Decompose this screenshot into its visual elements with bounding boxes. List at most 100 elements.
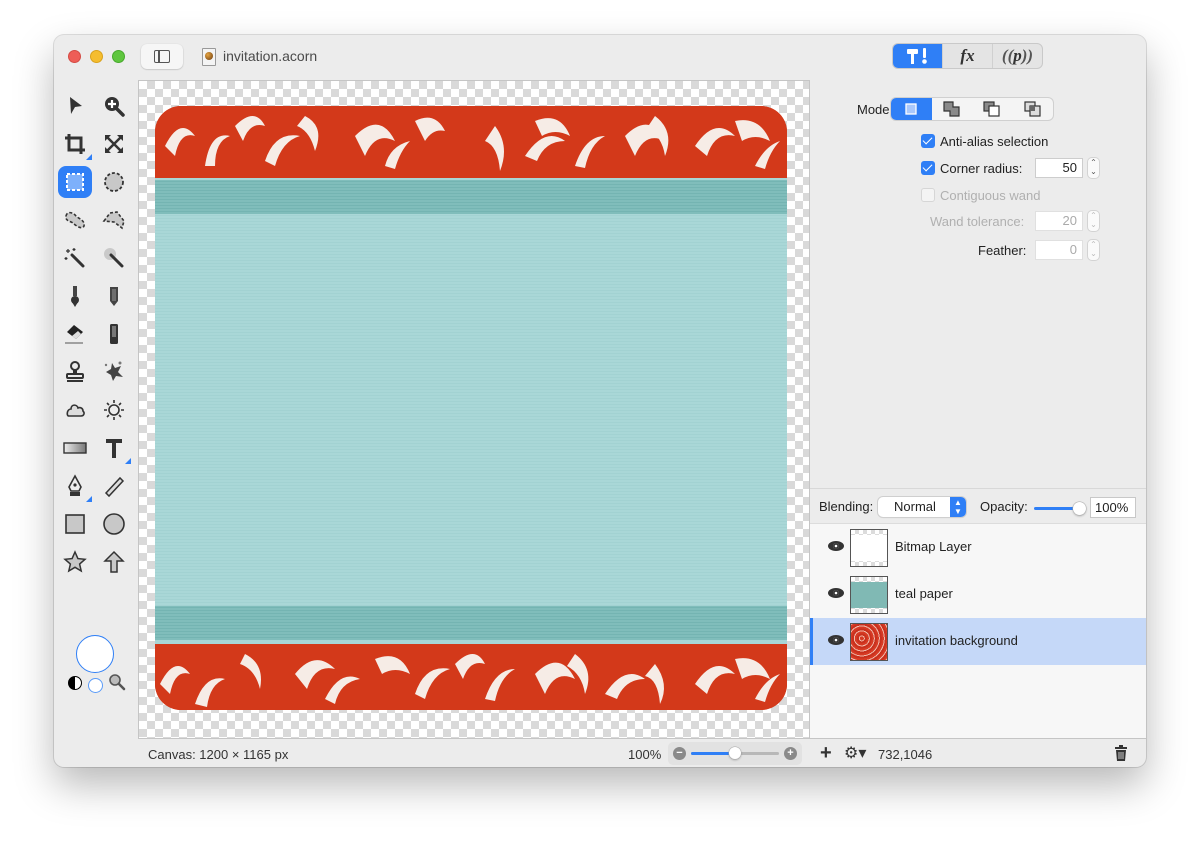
canvas-area[interactable] <box>138 80 810 738</box>
wand-tolerance-input[interactable]: 20 <box>1035 211 1083 231</box>
layer-actions-gear-button[interactable]: ⚙▾ <box>844 743 866 763</box>
tool-dodge[interactable] <box>97 394 131 426</box>
tool-line[interactable] <box>97 470 131 502</box>
visibility-eye-icon[interactable] <box>828 588 844 598</box>
tool-palette <box>54 80 138 738</box>
tool-text[interactable] <box>97 432 131 464</box>
tool-rectangle[interactable] <box>58 508 92 540</box>
contiguous-wand-label: Contiguous wand <box>940 188 1041 203</box>
zoom-slider[interactable] <box>691 747 779 759</box>
mode-add-selection[interactable] <box>932 98 973 120</box>
tab-tools[interactable] <box>893 44 942 68</box>
blending-mode-popup[interactable]: Normal ▲ ▼ <box>878 497 966 517</box>
teal-band-top <box>155 180 787 214</box>
rect-select-icon <box>66 173 84 191</box>
tool-gradient[interactable] <box>58 432 92 464</box>
visibility-eye-icon[interactable] <box>828 635 844 645</box>
zoom-slider-knob[interactable] <box>729 747 741 759</box>
sun-icon <box>104 400 124 420</box>
gradient-icon <box>63 442 87 454</box>
inspector-panel: Mode: Anti-alias selection Corner radius… <box>810 80 1146 738</box>
layer-name: Bitmap Layer <box>895 539 972 554</box>
sidebar-toggle-button[interactable] <box>141 44 183 69</box>
wand-tolerance-label: Wand tolerance: <box>930 214 1025 229</box>
layer-row[interactable]: teal paper <box>810 571 1146 618</box>
visibility-eye-icon[interactable] <box>828 541 844 551</box>
tool-transform[interactable] <box>97 128 131 160</box>
sidebar-icon <box>154 50 170 63</box>
floral-band-top <box>155 106 787 178</box>
tool-burn[interactable] <box>58 394 92 426</box>
opacity-slider-knob[interactable] <box>1073 502 1086 515</box>
fill-color-well[interactable] <box>76 635 114 673</box>
tool-crop[interactable] <box>58 128 92 160</box>
tool-zoom[interactable] <box>97 90 131 122</box>
zoom-out-button[interactable]: − <box>673 747 686 760</box>
tool-oval[interactable] <box>97 508 131 540</box>
close-window-button[interactable] <box>68 50 81 63</box>
add-layer-button[interactable]: + <box>820 742 832 765</box>
selection-mode-control <box>891 98 1053 120</box>
add-selection-icon <box>943 101 960 117</box>
popup-chevrons-icon: ▲ ▼ <box>950 497 966 517</box>
tool-pen[interactable] <box>58 470 92 502</box>
layer-row[interactable]: Bitmap Layer <box>810 524 1146 571</box>
tool-eraser[interactable] <box>58 318 92 350</box>
zoom-window-button[interactable] <box>112 50 125 63</box>
tool-pencil[interactable] <box>97 280 131 312</box>
corner-radius-input[interactable]: 50 <box>1035 158 1083 178</box>
contiguous-wand-checkbox[interactable] <box>921 188 935 202</box>
submenu-indicator <box>86 496 92 502</box>
swap-colors-icon[interactable] <box>68 676 82 690</box>
minimize-window-button[interactable] <box>90 50 103 63</box>
teal-paper-body <box>155 214 787 614</box>
lasso-icon <box>65 211 85 229</box>
tool-smudge[interactable] <box>97 318 131 350</box>
tool-arrow-shape[interactable] <box>97 546 131 578</box>
tool-clone-stamp[interactable] <box>58 356 92 388</box>
mode-intersect-selection[interactable] <box>1013 98 1054 120</box>
opacity-input[interactable]: 100% <box>1090 497 1136 518</box>
opacity-slider[interactable] <box>1034 502 1086 515</box>
opacity-label: Opacity: <box>980 499 1028 514</box>
star-icon <box>63 550 87 573</box>
tool-magic-wand[interactable] <box>58 242 92 274</box>
tool-star[interactable] <box>58 546 92 578</box>
mode-subtract-selection[interactable] <box>972 98 1013 120</box>
circle-icon <box>103 513 125 535</box>
stroke-color-well[interactable] <box>88 678 103 693</box>
text-icon <box>106 439 122 458</box>
splatter-icon <box>104 361 123 381</box>
tool-select-arrow[interactable] <box>58 90 92 122</box>
tool-ellipse-select[interactable] <box>97 166 131 198</box>
mode-label: Mode: <box>857 102 894 117</box>
tool-splatter[interactable] <box>97 356 131 388</box>
canvas-artwork[interactable] <box>155 106 787 710</box>
brush-icon <box>71 286 79 307</box>
tool-polygon-lasso[interactable] <box>97 204 131 236</box>
hammer-icon <box>906 48 927 64</box>
square-icon <box>65 514 85 534</box>
anti-alias-checkbox[interactable] <box>921 134 935 148</box>
wand-tolerance-stepper[interactable]: ⌃ ⌄ <box>1088 211 1099 231</box>
canvas-size-label: Canvas: 1200 × 1165 px <box>148 747 289 762</box>
corner-radius-checkbox[interactable] <box>921 161 935 175</box>
tool-color-wand[interactable] <box>97 242 131 274</box>
color-picker-magnifier-icon[interactable] <box>108 673 126 691</box>
tool-rect-select[interactable] <box>58 166 92 198</box>
eraser-icon <box>65 325 83 344</box>
feather-stepper[interactable]: ⌃ ⌄ <box>1088 240 1099 260</box>
tool-lasso[interactable] <box>58 204 92 236</box>
mode-new-selection[interactable] <box>891 98 932 120</box>
delete-layer-trash-icon[interactable] <box>1114 745 1128 761</box>
tool-brush[interactable] <box>58 280 92 312</box>
cloud-icon <box>66 404 85 417</box>
tab-effects[interactable]: fx <box>942 44 992 68</box>
zoom-in-button[interactable]: + <box>784 747 797 760</box>
layer-row-selected[interactable]: invitation background <box>810 618 1146 665</box>
crop-icon <box>65 134 85 154</box>
smudge-icon <box>110 324 118 344</box>
feather-input[interactable]: 0 <box>1035 240 1083 260</box>
corner-radius-stepper[interactable]: ⌃ ⌄ <box>1088 158 1099 178</box>
tab-properties[interactable]: ((p)) <box>992 44 1042 68</box>
